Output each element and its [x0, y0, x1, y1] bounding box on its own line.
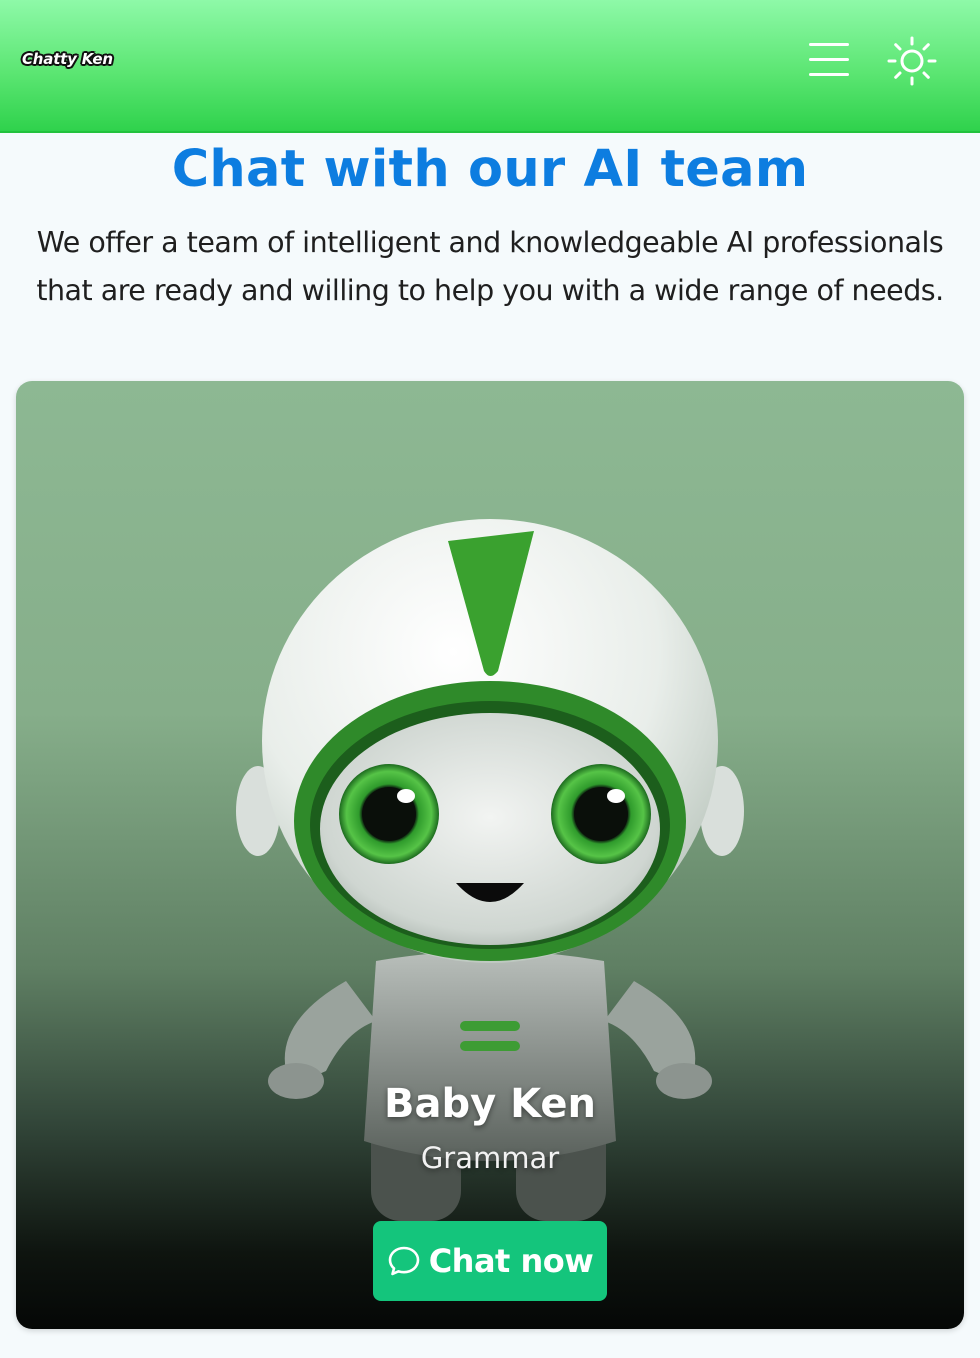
top-navbar: Chatty Ken: [0, 0, 980, 133]
page-subtitle: We offer a team of intelligent and knowl…: [0, 219, 980, 315]
robot-illustration: [236, 519, 744, 1221]
logo[interactable]: Chatty Ken: [22, 50, 113, 68]
chat-now-button[interactable]: Chat now: [373, 1221, 607, 1301]
assistant-card[interactable]: Baby Ken Grammar Chat now: [16, 381, 964, 1329]
assistant-name: Baby Ken: [383, 1081, 596, 1127]
chat-bubble-icon: [388, 1246, 419, 1276]
assistant-role: Grammar: [420, 1141, 560, 1175]
subtitle-line-2: that are ready and willing to help you w…: [36, 274, 944, 307]
subtitle-line-1: We offer a team of intelligent and knowl…: [36, 226, 944, 259]
sun-icon[interactable]: [886, 35, 938, 87]
page-title: Chat with our AI team: [171, 140, 809, 199]
chat-now-label: Chat now: [428, 1242, 594, 1280]
hamburger-menu-icon[interactable]: [806, 41, 852, 79]
